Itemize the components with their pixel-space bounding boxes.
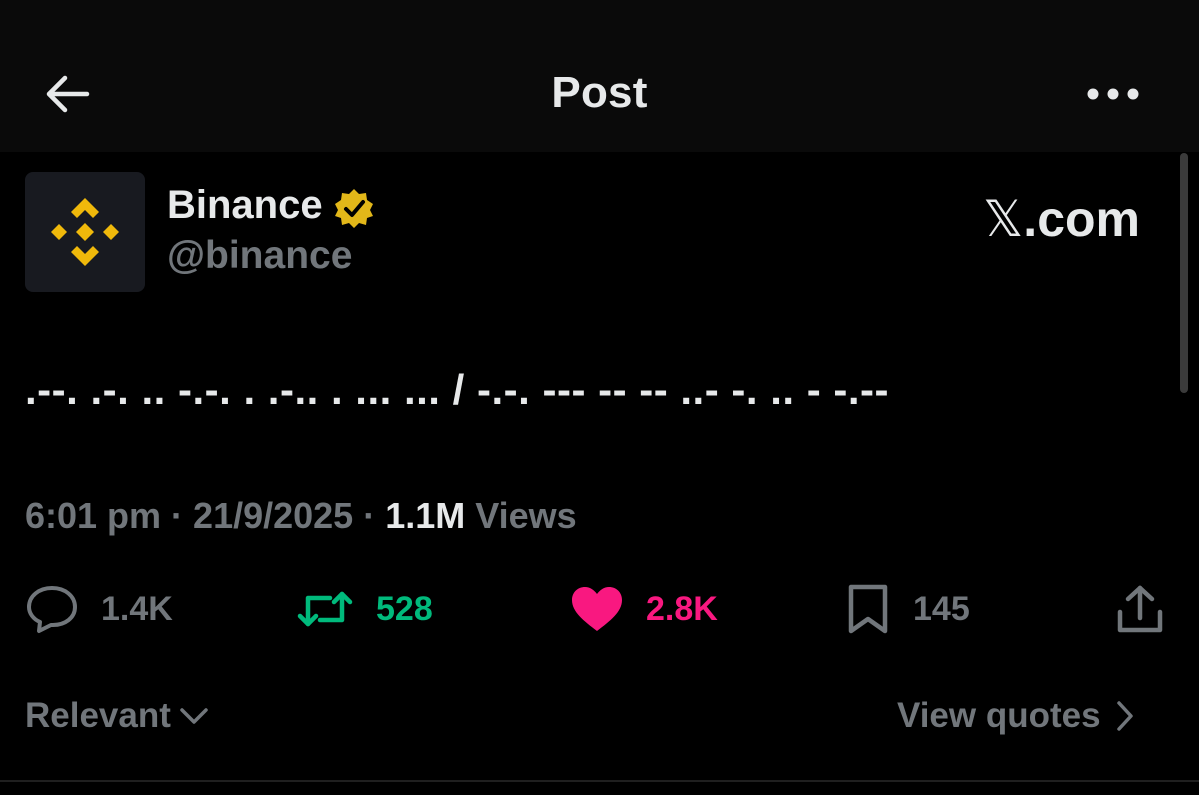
chevron-right-icon xyxy=(1116,701,1133,731)
heart-icon xyxy=(572,587,622,631)
binance-logo-icon xyxy=(51,198,119,266)
post-text: .--. .-. .. -.-. . .-.. . ... ... / -.-.… xyxy=(25,366,889,413)
verified-badge-icon[interactable] xyxy=(333,187,375,229)
post-timestamp[interactable]: 6:01 pm · 21/9/2025 · xyxy=(25,495,385,536)
post-meta: 6:01 pm · 21/9/2025 · 1.1M Views xyxy=(25,495,577,537)
author-handle[interactable]: @binance xyxy=(167,234,352,278)
repost-icon xyxy=(297,591,353,627)
like-button[interactable]: 2.8K xyxy=(570,582,718,636)
repost-count: 528 xyxy=(376,589,433,628)
more-options-button[interactable] xyxy=(1078,70,1148,118)
author-name[interactable]: Binance xyxy=(167,183,323,228)
views-count: 1.1M xyxy=(385,495,466,536)
views-label: Views xyxy=(465,495,577,536)
x-brand-suffix: .com xyxy=(1023,191,1140,247)
view-quotes-link[interactable]: View quotes xyxy=(897,696,1135,736)
scrollbar-thumb[interactable] xyxy=(1180,153,1188,393)
share-icon xyxy=(1117,585,1163,633)
bookmark-count: 145 xyxy=(913,589,970,628)
repost-button[interactable]: 528 xyxy=(296,582,433,636)
author-avatar[interactable] xyxy=(25,172,145,292)
chevron-down-icon xyxy=(180,708,208,724)
section-divider xyxy=(0,780,1199,782)
x-logo-icon: 𝕏 xyxy=(983,190,1024,248)
bookmark-button[interactable]: 145 xyxy=(845,582,970,636)
bookmark-icon xyxy=(848,584,888,634)
sort-label: Relevant xyxy=(25,696,171,735)
share-button[interactable] xyxy=(1114,582,1166,636)
more-horizontal-icon xyxy=(1087,88,1139,100)
page-title: Post xyxy=(551,68,648,117)
reply-count: 1.4K xyxy=(101,589,173,628)
x-brand-mark: 𝕏 .com xyxy=(983,190,1140,248)
view-quotes-label: View quotes xyxy=(897,696,1101,735)
reply-sort-dropdown[interactable]: Relevant xyxy=(25,696,209,736)
reply-button[interactable]: 1.4K xyxy=(25,582,173,636)
like-count: 2.8K xyxy=(646,589,718,628)
top-bar: Post xyxy=(0,0,1199,152)
reply-icon xyxy=(27,586,77,633)
